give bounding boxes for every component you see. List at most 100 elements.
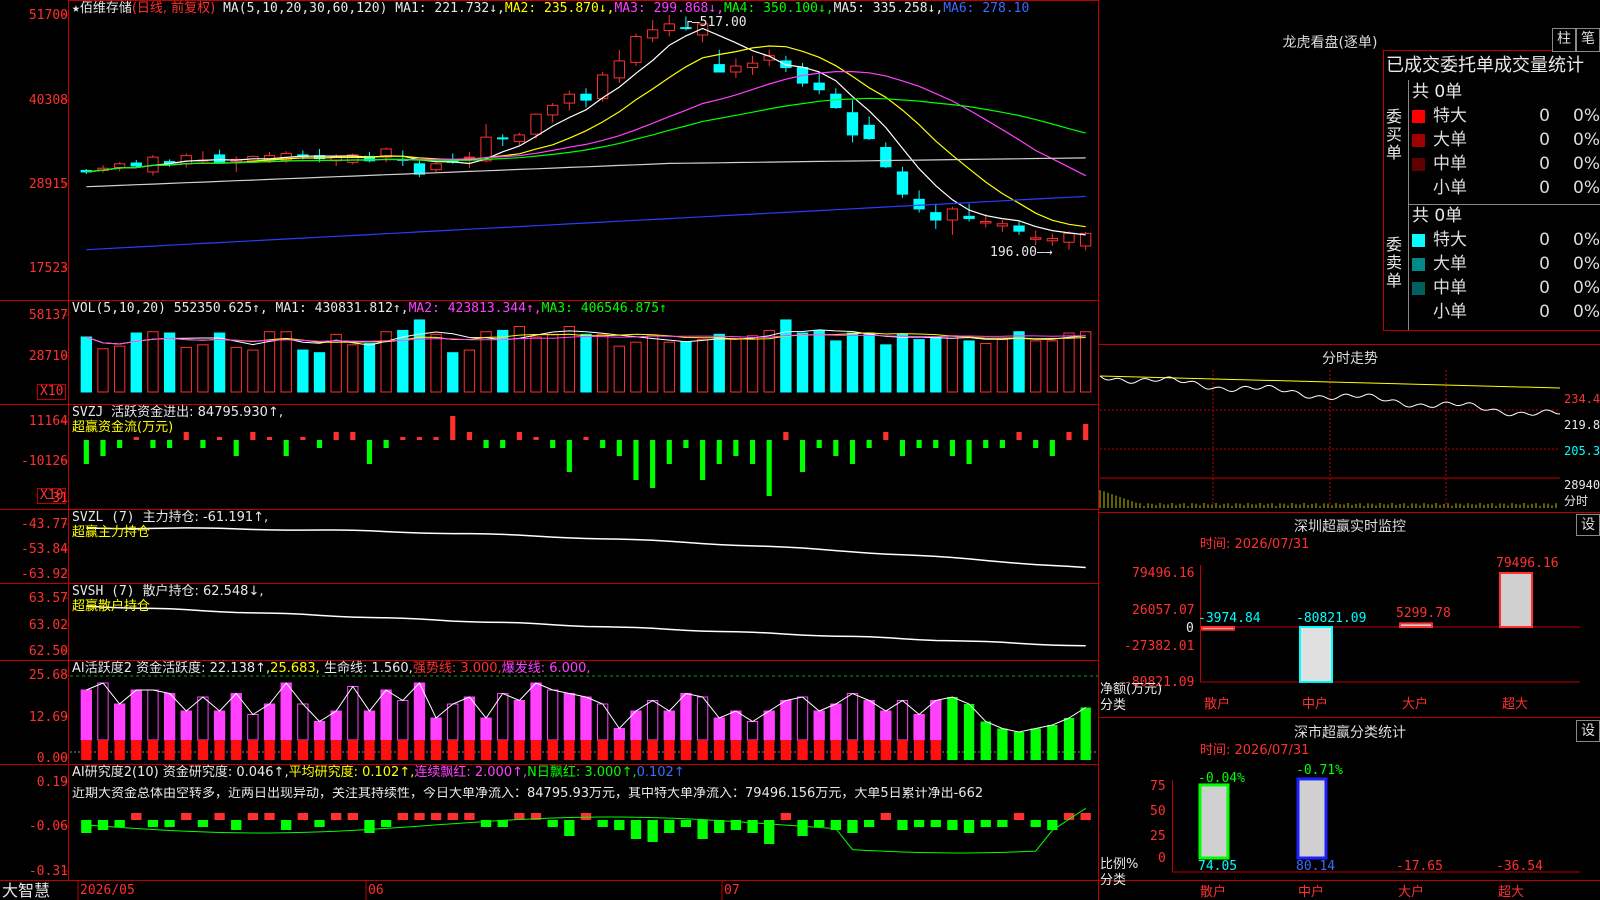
sell-order-table: 特大 0 0% 大单 0 0% 中单 0 0% 小单 0 0% [1412, 228, 1600, 324]
monitor-bar [1201, 626, 1235, 631]
activity-base-bar [497, 740, 508, 760]
ai1-label: 资金活跃度: 22.138↑, [136, 661, 271, 676]
fund-flow-bar [666, 440, 672, 464]
activity-bar [980, 721, 991, 760]
fund-flow-bar [650, 440, 656, 488]
activity-base-bar [314, 740, 325, 760]
activity-base-bar [630, 740, 642, 760]
activity-bar [1080, 707, 1091, 760]
svzj-title: SVZJ [72, 405, 104, 420]
fund-flow-bar [600, 440, 606, 448]
brand-label[interactable]: 大智慧 [2, 882, 50, 900]
ai2-avg: 平均研究度: 0.102↑, [288, 765, 415, 780]
activity-bar [880, 710, 892, 741]
vol-ma2: MA2: 423813.344↑, [408, 301, 542, 316]
ai2-title: AI研究度2(10) [72, 765, 159, 780]
activity-base-bar [747, 740, 758, 760]
volume-bar [180, 346, 192, 393]
svzj-unit-badge: X10 [37, 488, 67, 504]
activity-base-bar [847, 740, 858, 760]
bar-view-button[interactable]: 柱 [1552, 28, 1576, 52]
svzl-axis-label: -63.92 [21, 567, 68, 582]
price-axis-label: 17523 [28, 261, 68, 276]
volume-bar [113, 345, 126, 393]
fund-flow-bar [183, 432, 189, 440]
fund-flow-bar [366, 440, 373, 464]
research-bar [980, 820, 991, 827]
monitor-settings-button[interactable]: 设 [1576, 514, 1600, 536]
legend-swatch [1412, 257, 1425, 271]
class-category-label: 超大 [1498, 885, 1525, 900]
fund-flow-bar [133, 437, 139, 440]
volume-bar [563, 325, 576, 393]
sell-total: 共 0单 [1412, 206, 1463, 226]
class-category-label: 散户 [1200, 885, 1227, 900]
ai2-comment: 近期大资金总体由空转多，近两日出现异动，关注其持续性，今日大单净流入：84795… [72, 787, 984, 801]
ma5-value: MA5: 335.258↓, [833, 1, 944, 16]
candle-body [730, 65, 742, 73]
ma-line [86, 45, 1086, 228]
activity-bar [1013, 732, 1025, 760]
volume-bar [880, 344, 892, 393]
monitor-value-label: 79496.16 [1496, 556, 1559, 571]
activity-bar [696, 696, 709, 741]
activity-base-bar [131, 740, 142, 760]
fund-flow-bar [167, 440, 173, 448]
activity-base-bar [414, 740, 425, 760]
research-bar [630, 820, 642, 839]
ai2-last: 0.102↑ [636, 765, 685, 780]
order-stats-header: 已成交委托单成交量统计 [1386, 55, 1584, 76]
monitor-time: 时间: 2026/07/31 [1200, 537, 1310, 552]
stock-name[interactable]: 佰维存储 [80, 1, 132, 16]
legend-swatch [1412, 305, 1425, 319]
research-bar [1030, 820, 1041, 827]
candle-body [896, 171, 909, 195]
activity-bar [580, 696, 592, 741]
class-time: 时间: 2026/07/31 [1200, 743, 1310, 758]
candle-body [613, 60, 625, 79]
activity-bar [147, 689, 159, 741]
candle-body [663, 23, 675, 32]
volume-bar [930, 336, 942, 393]
volume-bar [1030, 340, 1042, 393]
date-label: 2026/05 [80, 883, 135, 898]
activity-bar [730, 710, 742, 741]
research-bar [863, 820, 875, 827]
candle-body [430, 163, 442, 171]
volume-bar [447, 352, 459, 393]
activity-bar [347, 686, 359, 741]
period-label[interactable]: (日线, 前复权) [132, 1, 215, 16]
research-bar [464, 813, 475, 820]
ma1-value: MA1: 221.732↓, [395, 1, 505, 16]
activity-base-bar [347, 740, 358, 760]
fund-flow-bar [716, 440, 722, 464]
volume-series [80, 319, 1092, 393]
volume-bar [363, 343, 376, 393]
pen-view-button[interactable]: 笔 [1576, 28, 1600, 52]
monitor-axis-label: -27382.01 [1124, 639, 1195, 654]
fund-flow-bar [433, 437, 439, 440]
fund-flow-bar [799, 440, 806, 472]
volume-bar [913, 339, 925, 393]
volume-bar [696, 339, 709, 393]
intraday-chart [1099, 370, 1561, 508]
activity-bar [563, 693, 576, 741]
volume-bar [247, 349, 259, 393]
fund-flow-bar [949, 440, 956, 456]
activity-bar [430, 717, 442, 741]
ai2-panel-header: AI研究度2(10) 资金研究度: 0.046↑,平均研究度: 0.102↑,连… [72, 766, 685, 780]
activity-base-bar [547, 740, 558, 760]
fund-flow-bar [1049, 440, 1055, 456]
class-settings-button[interactable]: 设 [1576, 720, 1600, 742]
fund-flow-bar [1083, 424, 1089, 440]
class-bar [1296, 777, 1328, 860]
fund-flow-bar [550, 440, 556, 448]
candle-body [913, 198, 925, 210]
research-bar [397, 813, 408, 820]
volume-bar [846, 332, 859, 393]
activity-bar [163, 693, 176, 741]
activity-bar [113, 703, 126, 741]
research-bar [231, 820, 242, 830]
candle-body [1063, 232, 1075, 243]
volume-bar [480, 331, 492, 393]
